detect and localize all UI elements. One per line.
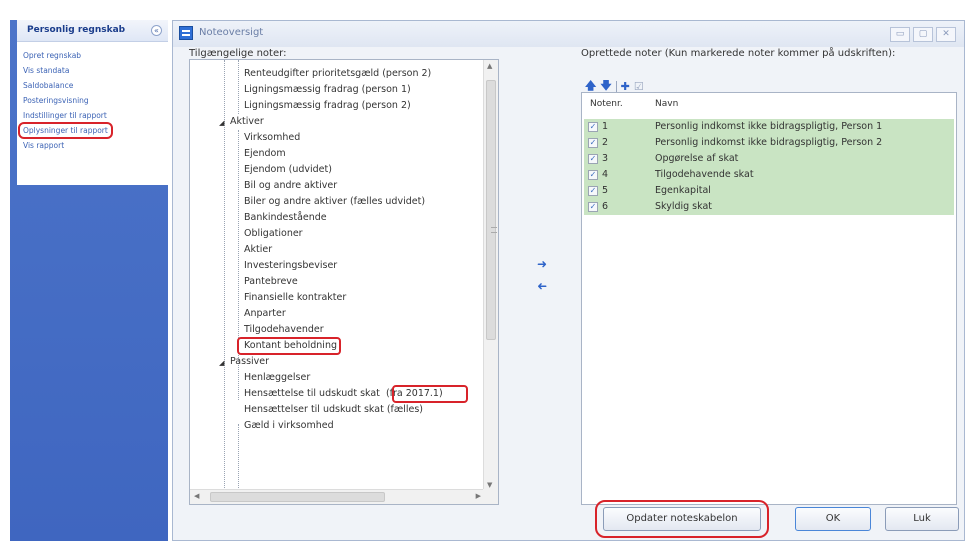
note-name: Egenkapital	[655, 185, 711, 196]
tree-item[interactable]: Finansielle kontrakter	[244, 290, 346, 306]
note-row[interactable]: ✓ 6 Skyldig skat	[584, 199, 954, 215]
tree-item[interactable]: Aktier	[244, 242, 272, 258]
tree-item-hensaettelse[interactable]: Hensættelse til udskudt skat	[244, 388, 380, 399]
tree-item[interactable]: Investeringsbeviser	[244, 258, 337, 274]
note-row[interactable]: ✓ 1 Personlig indkomst ikke bidragspligt…	[584, 119, 954, 135]
sidebar-item-posteringsvisning[interactable]: Posteringsvisning	[23, 93, 168, 108]
highlight-ring	[392, 385, 468, 403]
note-row[interactable]: ✓ 5 Egenkapital	[584, 183, 954, 199]
tree-line	[238, 60, 239, 114]
note-number: 3	[602, 153, 609, 164]
sidebar-item-oplysninger[interactable]: Oplysninger til rapport	[18, 122, 113, 139]
maximize-icon[interactable]: ▢	[913, 27, 933, 42]
sidebar-item-vis-standata[interactable]: Vis standata	[23, 63, 168, 78]
created-notes-list[interactable]: Notenr. Navn ✓ 1 Personlig indkomst ikke…	[581, 92, 957, 505]
col-header-name[interactable]: Navn	[655, 99, 678, 109]
tree-item[interactable]: Gæld i virksomhed	[244, 418, 334, 434]
tree-item[interactable]: Bil og andre aktiver	[244, 178, 337, 194]
note-name: Personlig indkomst ikke bidragspligtig, …	[655, 121, 883, 132]
sidebar-panel: Personlig regnskab « Opret regnskab Vis …	[17, 20, 168, 185]
scroll-up-icon[interactable]: ▲	[487, 62, 492, 70]
close-icon[interactable]: ✕	[936, 27, 956, 42]
scroll-down-icon[interactable]: ▼	[487, 481, 492, 489]
tree-item[interactable]: Virksomhed	[244, 130, 300, 146]
tree-item[interactable]: Renteudgifter prioritetsgæld (person 2)	[244, 66, 431, 82]
scroll-left-icon[interactable]: ◀	[194, 492, 199, 500]
note-name: Personlig indkomst ikke bidragspligtig, …	[655, 137, 883, 148]
note-number: 6	[602, 201, 609, 212]
tree-item[interactable]: Ejendom (udvidet)	[244, 162, 332, 178]
available-notes-tree[interactable]: Renteudgifter prioritetsgæld (person 2) …	[189, 59, 499, 505]
tree-item[interactable]: Biler og andre aktiver (fælles udvidet)	[244, 194, 425, 210]
titlebar: Noteoversigt ▭ ▢ ✕	[173, 21, 964, 47]
note-number: 2	[602, 137, 609, 148]
dialog-title: Noteoversigt	[199, 27, 264, 38]
scroll-right-icon[interactable]: ▶	[476, 492, 481, 500]
note-checkbox[interactable]: ✓	[588, 186, 598, 196]
note-checkbox[interactable]: ✓	[588, 122, 598, 132]
horizontal-scrollbar[interactable]: ◀ ▶	[190, 489, 485, 504]
sidebar: Personlig regnskab « Opret regnskab Vis …	[10, 20, 168, 541]
collapse-triangle-icon[interactable]: ◢	[219, 359, 224, 367]
tree-group-passiver[interactable]: Passiver	[230, 354, 269, 370]
note-row[interactable]: ✓ 2 Personlig indkomst ikke bidragspligt…	[584, 135, 954, 151]
note-name: Skyldig skat	[655, 201, 713, 212]
tree-item[interactable]: Bankindestående	[244, 210, 327, 226]
note-number: 5	[602, 185, 609, 196]
note-name: Tilgodehavende skat	[655, 169, 754, 180]
tree-group-aktiver[interactable]: Aktiver	[230, 114, 264, 130]
sidebar-item-opret-regnskab[interactable]: Opret regnskab	[23, 48, 168, 63]
sidebar-title: Personlig regnskab	[27, 25, 126, 35]
app-icon	[179, 26, 193, 40]
available-notes-label: Tilgængelige noter:	[189, 48, 287, 59]
note-row[interactable]: ✓ 3 Opgørelse af skat	[584, 151, 954, 167]
note-checkbox[interactable]: ✓	[588, 154, 598, 164]
collapse-icon[interactable]: «	[151, 25, 162, 36]
collapse-triangle-icon[interactable]: ◢	[219, 119, 224, 127]
ok-button[interactable]: OK	[795, 507, 871, 531]
note-number: 1	[602, 121, 609, 132]
tree-item[interactable]: Anparter	[244, 306, 286, 322]
sidebar-item-indstillinger[interactable]: Indstillinger til rapport	[23, 108, 168, 123]
hscroll-thumb[interactable]	[210, 492, 385, 502]
note-checkbox[interactable]: ✓	[588, 138, 598, 148]
note-name: Opgørelse af skat	[655, 153, 739, 164]
minimize-icon[interactable]: ▭	[890, 27, 910, 42]
col-header-num[interactable]: Notenr.	[590, 99, 623, 109]
window-buttons: ▭ ▢ ✕	[890, 27, 956, 42]
note-number: 4	[602, 169, 609, 180]
close-button[interactable]: Luk	[885, 507, 959, 531]
scroll-thumb[interactable]	[486, 80, 497, 340]
tree-item[interactable]: Hensættelser til udskudt skat (fælles)	[244, 402, 423, 418]
tree-item[interactable]: Ejendom	[244, 146, 286, 162]
sidebar-header: Personlig regnskab «	[17, 20, 168, 42]
highlight-ring	[237, 337, 341, 355]
tree-item[interactable]: Obligationer	[244, 226, 303, 242]
note-checkbox[interactable]: ✓	[588, 170, 598, 180]
note-row[interactable]: ✓ 4 Tilgodehavende skat	[584, 167, 954, 183]
note-checkbox[interactable]: ✓	[588, 202, 598, 212]
tree-item[interactable]: Ligningsmæssig fradrag (person 2)	[244, 98, 411, 114]
update-template-button[interactable]: Opdater noteskabelon	[603, 507, 761, 531]
tree-item[interactable]: Tilgodehavender	[244, 322, 324, 338]
noteoversigt-dialog: Noteoversigt ▭ ▢ ✕ Tilgængelige noter: R…	[172, 20, 965, 541]
sidebar-item-saldobalance[interactable]: Saldobalance	[23, 78, 168, 93]
vertical-scrollbar[interactable]: ▲ ▼	[483, 60, 498, 491]
created-notes-label: Oprettede noter (Kun markerede noter kom…	[581, 48, 896, 59]
tree-item[interactable]: Pantebreve	[244, 274, 298, 290]
tree-item[interactable]: Ligningsmæssig fradrag (person 1)	[244, 82, 411, 98]
sidebar-item-vis-rapport[interactable]: Vis rapport	[23, 138, 168, 153]
tree-item[interactable]: Henlæggelser	[244, 370, 310, 386]
move-right-icon[interactable]: ➜	[537, 257, 547, 271]
move-left-icon[interactable]: ➜	[537, 279, 547, 293]
sidebar-links: Opret regnskab Vis standata Saldobalance…	[17, 42, 168, 153]
